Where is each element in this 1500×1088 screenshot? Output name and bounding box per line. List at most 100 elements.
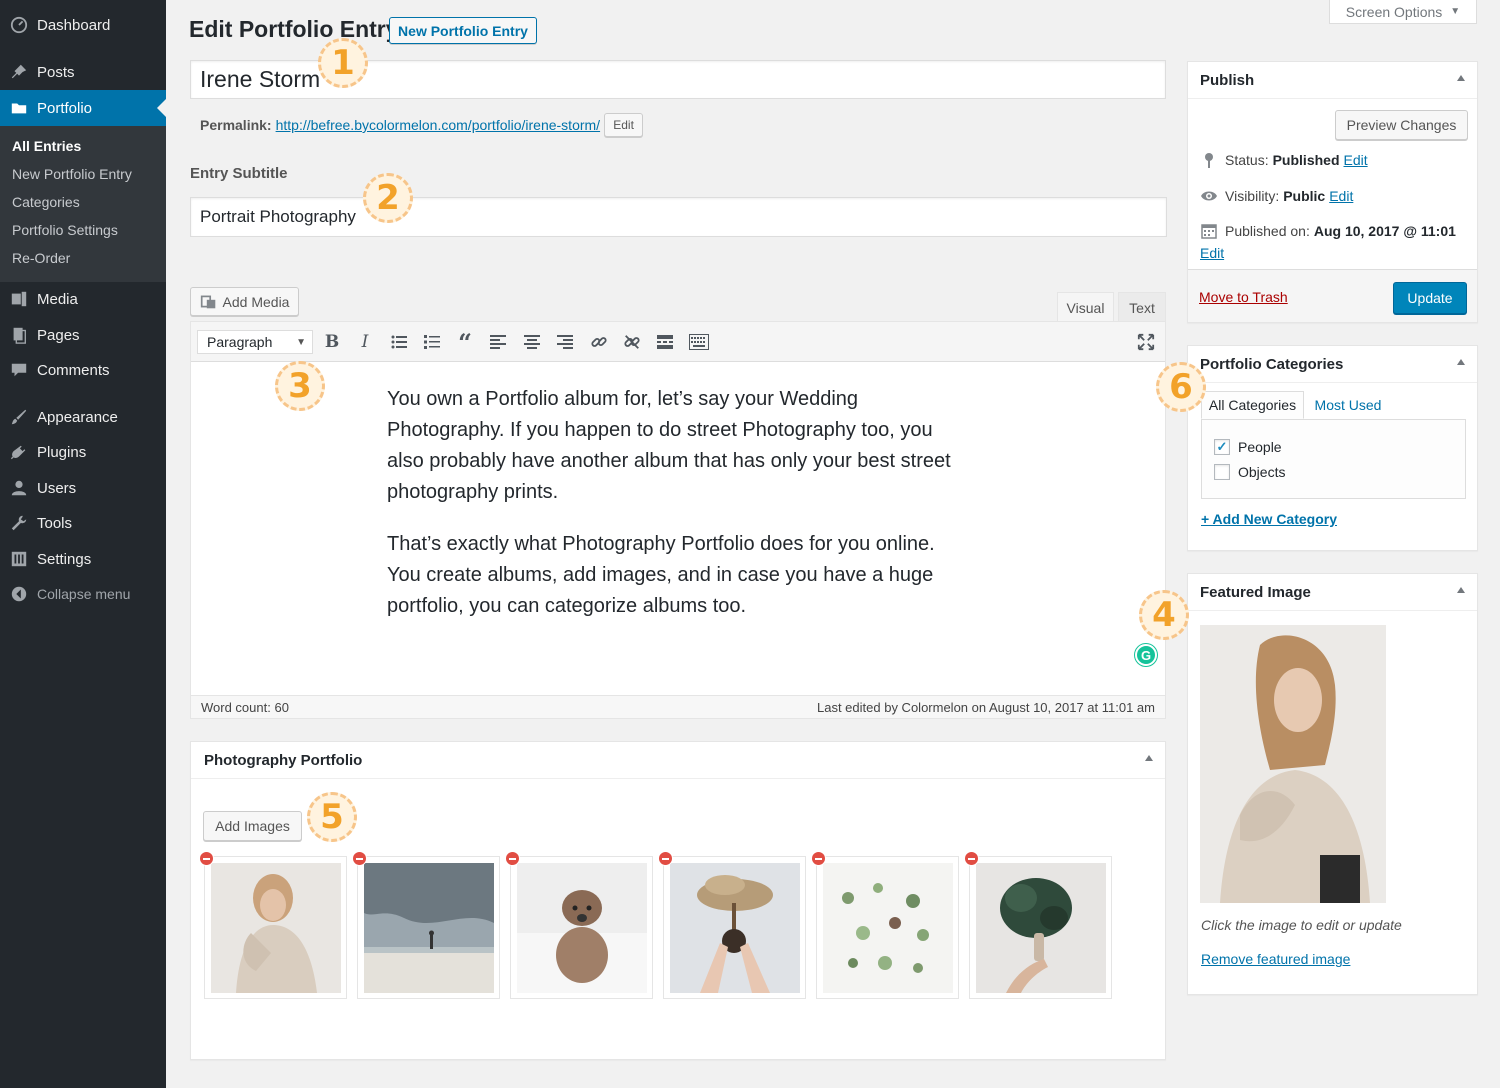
- dashboard-icon: [9, 15, 29, 35]
- menu-settings[interactable]: Settings: [0, 541, 166, 577]
- photo-woman-sweater: [211, 863, 341, 993]
- move-to-trash-link[interactable]: Move to Trash: [1199, 289, 1288, 305]
- category-item-objects[interactable]: Objects: [1214, 464, 1285, 480]
- submenu-new-entry[interactable]: New Portfolio Entry: [12, 166, 132, 182]
- menu-pages[interactable]: Pages: [0, 317, 166, 353]
- menu-media[interactable]: Media: [0, 281, 166, 317]
- fullscreen-icon[interactable]: [1135, 331, 1157, 353]
- pin-icon: [1200, 152, 1218, 168]
- published-edit-link[interactable]: Edit: [1200, 245, 1224, 261]
- remove-image-icon[interactable]: [658, 851, 673, 866]
- preview-changes-button[interactable]: Preview Changes: [1335, 110, 1468, 140]
- gallery-thumbnail[interactable]: [199, 851, 347, 999]
- wrench-icon: [9, 513, 29, 533]
- unlink-icon[interactable]: [621, 331, 643, 353]
- format-select[interactable]: Paragraph ▼: [197, 330, 313, 354]
- visibility-label: Visibility:: [1225, 188, 1280, 204]
- postbox-header[interactable]: Portfolio Categories: [1188, 346, 1477, 383]
- subtitle-input[interactable]: Portrait Photography: [190, 197, 1167, 237]
- menu-posts[interactable]: Posts: [0, 54, 166, 90]
- read-more-icon[interactable]: [654, 331, 676, 353]
- menu-users[interactable]: Users: [0, 470, 166, 506]
- menu-dashboard[interactable]: Dashboard: [0, 7, 166, 43]
- submenu-reorder[interactable]: Re-Order: [12, 250, 70, 266]
- page-title: Edit Portfolio Entry: [189, 16, 399, 42]
- remove-image-icon[interactable]: [199, 851, 214, 866]
- menu-label: Posts: [37, 63, 75, 81]
- gallery-thumbnail[interactable]: [505, 851, 653, 999]
- permalink-edit-button[interactable]: Edit: [604, 113, 644, 137]
- status-value: Published: [1272, 152, 1340, 168]
- plug-icon: [9, 442, 29, 462]
- remove-image-icon[interactable]: [964, 851, 979, 866]
- bold-icon[interactable]: B: [321, 331, 343, 353]
- postbox-header[interactable]: Featured Image: [1188, 574, 1477, 611]
- featured-image-preview[interactable]: [1200, 625, 1386, 903]
- collapse-arrow-icon[interactable]: [1457, 75, 1465, 81]
- collapse-arrow-icon[interactable]: [1457, 359, 1465, 365]
- menu-label: Appearance: [37, 408, 118, 426]
- submenu-all-entries[interactable]: All Entries: [12, 138, 81, 154]
- postbox-header[interactable]: Photography Portfolio: [191, 742, 1165, 779]
- editor-toolbar: Paragraph ▼ B I “: [191, 322, 1165, 362]
- tab-visual[interactable]: Visual: [1057, 292, 1114, 322]
- visibility-edit-link[interactable]: Edit: [1329, 188, 1353, 204]
- checkbox-objects[interactable]: [1214, 464, 1230, 480]
- checkbox-people[interactable]: ✓: [1214, 439, 1230, 455]
- menu-appearance[interactable]: Appearance: [0, 399, 166, 435]
- submenu-categories[interactable]: Categories: [12, 194, 80, 210]
- align-right-icon[interactable]: [554, 331, 576, 353]
- gallery-thumbnail[interactable]: [352, 851, 500, 999]
- category-item-people[interactable]: ✓ People: [1214, 439, 1282, 455]
- callout-badge: 3: [275, 361, 325, 411]
- published-label: Published on:: [1225, 223, 1310, 239]
- tab-all-categories[interactable]: All Categories: [1201, 391, 1304, 419]
- align-left-icon[interactable]: [487, 331, 509, 353]
- gallery-thumbnail[interactable]: [811, 851, 959, 999]
- gallery-thumbnail[interactable]: [964, 851, 1112, 999]
- featured-image-box: Featured Image Click the image to edit o…: [1187, 573, 1478, 995]
- menu-plugins[interactable]: Plugins: [0, 434, 166, 470]
- add-images-button[interactable]: Add Images: [203, 811, 302, 841]
- photo-succulents: [823, 863, 953, 993]
- menu-label: Plugins: [37, 443, 87, 461]
- submenu-settings[interactable]: Portfolio Settings: [12, 222, 118, 238]
- content-editor: Paragraph ▼ B I “ You own a Portfolio al…: [190, 321, 1166, 719]
- visibility-row: Visibility: Public Edit: [1200, 188, 1353, 204]
- screen-options-button[interactable]: Screen Options ▼: [1329, 0, 1477, 24]
- last-edited: Last edited by Colormelon on August 10, …: [817, 700, 1155, 715]
- update-button[interactable]: Update: [1393, 282, 1467, 314]
- collapse-menu-button[interactable]: Collapse menu: [0, 576, 166, 612]
- user-icon: [9, 478, 29, 498]
- remove-image-icon[interactable]: [505, 851, 520, 866]
- permalink-link[interactable]: http://befree.bycolormelon.com/portfolio…: [276, 117, 600, 133]
- italic-icon[interactable]: I: [354, 331, 376, 353]
- grammarly-icon[interactable]: G: [1135, 644, 1157, 666]
- add-media-button[interactable]: Add Media: [190, 287, 299, 316]
- menu-tools[interactable]: Tools: [0, 505, 166, 541]
- postbox-title: Photography Portfolio: [204, 751, 363, 769]
- gallery-thumbnail[interactable]: [658, 851, 806, 999]
- tab-text[interactable]: Text: [1118, 292, 1166, 322]
- menu-portfolio[interactable]: Portfolio: [0, 90, 166, 126]
- editor-content[interactable]: You own a Portfolio album for, let’s say…: [387, 384, 972, 643]
- collapse-arrow-icon[interactable]: [1457, 587, 1465, 593]
- align-center-icon[interactable]: [521, 331, 543, 353]
- brush-icon: [9, 407, 29, 427]
- toolbar-toggle-icon[interactable]: [688, 331, 710, 353]
- collapse-arrow-icon[interactable]: [1145, 755, 1153, 761]
- tab-most-used[interactable]: Most Used: [1308, 391, 1388, 419]
- add-new-category-link[interactable]: + Add New Category: [1201, 511, 1337, 527]
- menu-comments[interactable]: Comments: [0, 352, 166, 388]
- link-icon[interactable]: [588, 331, 610, 353]
- bullet-list-icon[interactable]: [388, 331, 410, 353]
- numbered-list-icon[interactable]: [421, 331, 443, 353]
- menu-label: Comments: [37, 361, 110, 379]
- postbox-header[interactable]: Publish: [1188, 62, 1477, 99]
- remove-image-icon[interactable]: [811, 851, 826, 866]
- blockquote-icon[interactable]: “: [454, 328, 476, 357]
- new-portfolio-entry-button[interactable]: New Portfolio Entry: [389, 17, 537, 44]
- status-edit-link[interactable]: Edit: [1344, 152, 1368, 168]
- remove-featured-image-link[interactable]: Remove featured image: [1201, 951, 1350, 967]
- remove-image-icon[interactable]: [352, 851, 367, 866]
